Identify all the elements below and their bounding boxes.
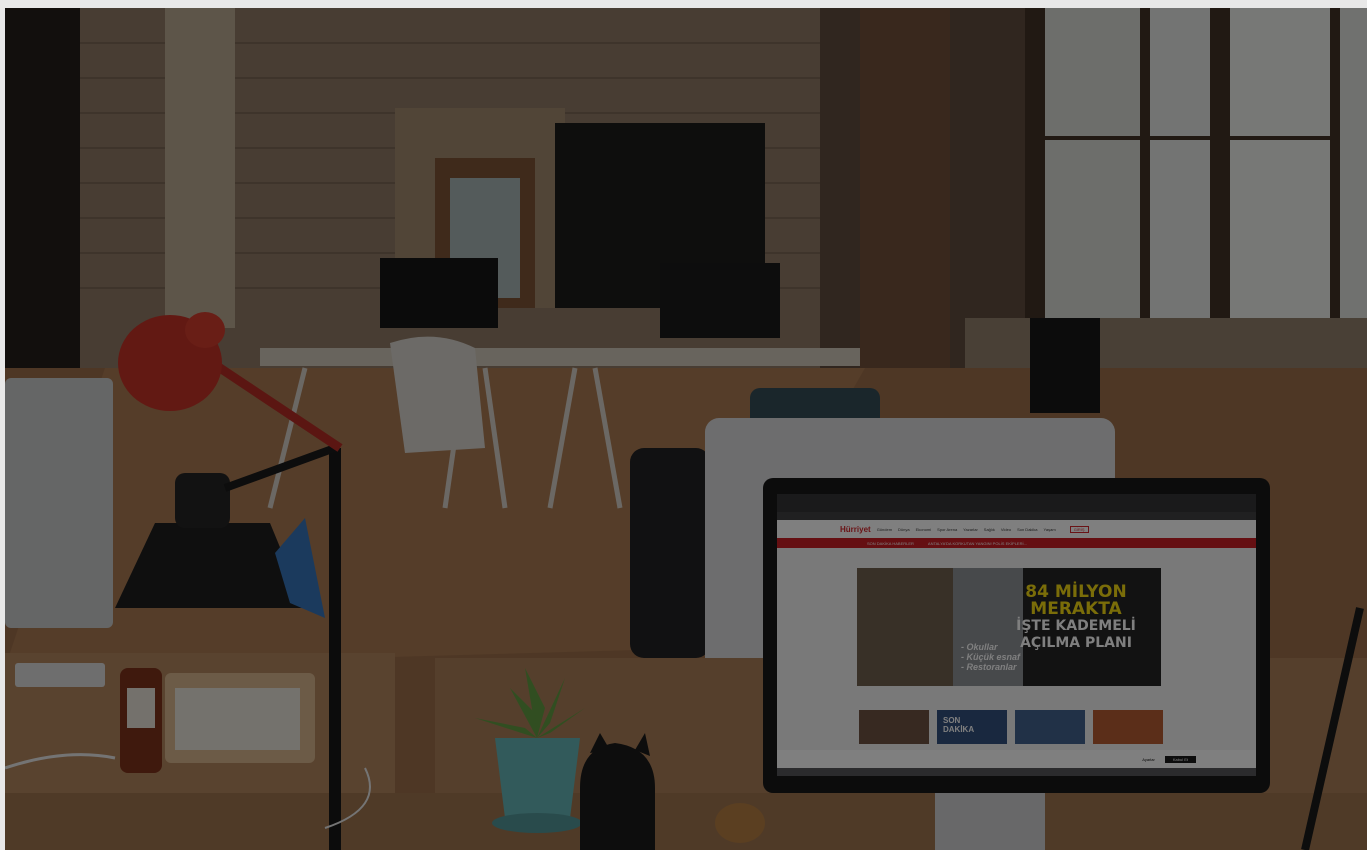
- breaking-news-bar: SON DAKİKA HABERLER ANTALYA'DA KORKUTAN …: [777, 538, 1256, 548]
- hero-bullet-1: - Küçük esnaf: [961, 652, 1021, 662]
- cookie-bar: Ayarlar Kabul Et: [777, 750, 1256, 768]
- hero-banner[interactable]: 84 MİLYON MERAKTA İŞTE KADEMELİ AÇILMA P…: [857, 568, 1161, 686]
- site-logo[interactable]: Hürriyet: [840, 525, 871, 534]
- menu-item-5[interactable]: Sağlık: [984, 527, 995, 532]
- hero-photo-grid: [857, 568, 953, 686]
- hero-line-2: İŞTE KADEMELİ: [1016, 618, 1136, 634]
- dock: [777, 768, 1256, 776]
- hero-bullet-2: - Restoranlar: [961, 662, 1017, 672]
- hero-bullet-0: - Okullar: [961, 642, 998, 652]
- menu-item-8[interactable]: Yaşam: [1044, 527, 1056, 532]
- menu-item-0[interactable]: Gündem: [877, 527, 892, 532]
- browser-window: Hürriyet Gündem Dünya Ekonomi Spor Arena…: [777, 494, 1256, 776]
- menu-item-4[interactable]: Yazarlar: [963, 527, 978, 532]
- cookie-settings-button[interactable]: Ayarlar: [1142, 757, 1155, 762]
- menu-item-1[interactable]: Dünya: [898, 527, 910, 532]
- login-button[interactable]: GİRİŞ: [1069, 525, 1089, 533]
- cookie-accept-button[interactable]: Kabul Et: [1164, 755, 1196, 763]
- hero-line-1: MERAKTA: [1030, 599, 1122, 619]
- ticker-text[interactable]: ANTALYA'DA KORKUTAN YANGIN! POLİS EKİPLE…: [928, 541, 1027, 546]
- menu-item-2[interactable]: Ekonomi: [916, 527, 932, 532]
- ticker-label: SON DAKİKA HABERLER: [867, 540, 914, 546]
- son-dakika-thumb[interactable]: SON DAKİKA: [937, 710, 1007, 744]
- imac-screen: Hürriyet Gündem Dünya Ekonomi Spor Arena…: [763, 478, 1270, 793]
- bookmarks-bar: [777, 512, 1256, 520]
- browser-toolbar: [777, 494, 1256, 512]
- menu-item-6[interactable]: Video: [1001, 527, 1011, 532]
- lucky-cat: [580, 743, 655, 850]
- office-photo: Hürriyet Gündem Dünya Ekonomi Spor Arena…: [5, 8, 1367, 850]
- menu-item-3[interactable]: Spor Arena: [937, 527, 957, 532]
- news-thumb-2[interactable]: [1015, 710, 1085, 744]
- news-thumb-3[interactable]: [1093, 710, 1163, 744]
- news-thumb-0[interactable]: [859, 710, 929, 744]
- son-dakika-badge-1: DAKİKA: [943, 725, 975, 734]
- site-header: Hürriyet Gündem Dünya Ekonomi Spor Arena…: [777, 520, 1256, 538]
- son-dakika-badge-0: SON: [943, 716, 961, 725]
- hero-line-3: AÇILMA PLANI: [1020, 635, 1132, 651]
- plant-pot: [495, 738, 580, 818]
- menu-item-7[interactable]: Son Dakika: [1017, 527, 1037, 532]
